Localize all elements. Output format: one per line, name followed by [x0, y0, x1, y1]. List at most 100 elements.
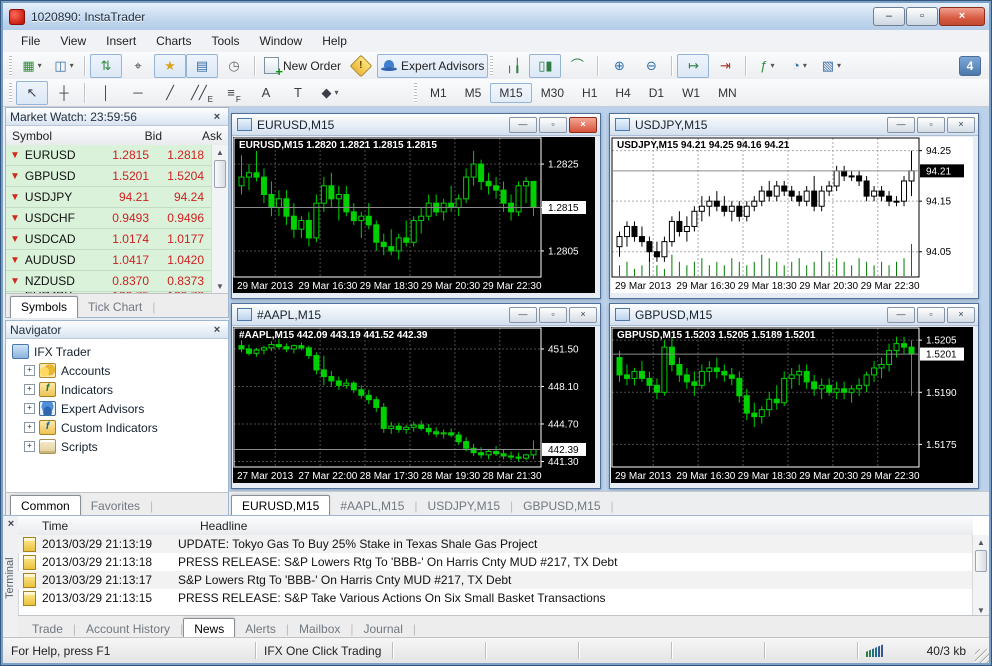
minimize-button[interactable]: —: [509, 116, 537, 133]
menu-item-insert[interactable]: Insert: [96, 32, 146, 50]
price-chart[interactable]: 94.25 94.15 94.05 94.21 29 Mar 2013 29 Mar 16…: [611, 137, 973, 293]
terminal-tab-trade[interactable]: Trade: [22, 619, 73, 639]
chart-tab--aapl-m15[interactable]: #AAPL,M15: [330, 496, 414, 516]
close-button[interactable]: ×: [939, 7, 985, 26]
candlestick-button[interactable]: ▯▮: [529, 53, 562, 78]
tree-item-expert-advisors[interactable]: + Expert Advisors: [24, 399, 228, 418]
expand-icon[interactable]: +: [24, 422, 35, 433]
chart-window-titlebar[interactable]: USDJPY,M15 — ▫ ×: [610, 114, 978, 136]
restore-button[interactable]: ▫: [539, 116, 567, 133]
terminal-tab-alerts[interactable]: Alerts: [235, 619, 286, 639]
chevron-down-icon[interactable]: ▾: [771, 61, 775, 70]
timeframe-d1[interactable]: D1: [640, 83, 673, 103]
channel-tool[interactable]: ╱╱ E: [186, 81, 218, 105]
news-row[interactable]: 2013/03/29 21:13:17 S&P Lowers Rtg To 'BB…: [18, 571, 973, 589]
maximize-button[interactable]: ▫: [906, 7, 938, 26]
tab-favorites[interactable]: Favorites: [81, 496, 150, 516]
market-watch-scrollbar[interactable]: ▲ ▼: [211, 145, 228, 293]
expand-icon[interactable]: +: [24, 365, 35, 376]
column-symbol[interactable]: Symbol: [6, 129, 108, 143]
chevron-down-icon[interactable]: ▾: [70, 61, 74, 70]
metaeditor-warning-icon[interactable]: !: [345, 54, 377, 78]
close-icon[interactable]: ×: [4, 518, 18, 530]
chart-tab-usdjpy-m15[interactable]: USDJPY,M15: [418, 496, 510, 516]
close-button[interactable]: ×: [947, 306, 975, 323]
notification-badge[interactable]: 4: [959, 55, 981, 76]
terminal-toggle[interactable]: ▤: [186, 53, 218, 78]
menu-item-window[interactable]: Window: [250, 32, 313, 50]
restore-button[interactable]: ▫: [917, 116, 945, 133]
timeframe-m5[interactable]: M5: [456, 83, 491, 103]
text-label-tool[interactable]: T: [282, 81, 314, 105]
market-watch-row[interactable]: ▼ NZDUSD 0.8370 0.8373: [6, 271, 212, 292]
horizontal-line-tool[interactable]: ─: [122, 81, 154, 105]
market-watch-row[interactable]: ▼ AUDUSD 1.0417 1.0420: [6, 250, 212, 271]
minimize-button[interactable]: —: [509, 306, 537, 323]
arrows-tool[interactable]: ◆ ▾: [314, 81, 346, 105]
terminal-tab-account-history[interactable]: Account History: [76, 619, 180, 639]
timeframe-h1[interactable]: H1: [573, 83, 606, 103]
bar-chart-button[interactable]: ╷╽: [497, 54, 529, 78]
tab-common[interactable]: Common: [10, 495, 81, 517]
expand-icon[interactable]: +: [24, 384, 35, 395]
timeframe-m30[interactable]: M30: [532, 83, 573, 103]
menu-item-tools[interactable]: Tools: [202, 32, 250, 50]
zoom-in-button[interactable]: ⊕: [603, 54, 635, 78]
data-window-toggle[interactable]: ⌖: [122, 54, 154, 78]
trendline-tool[interactable]: ╱: [154, 81, 186, 105]
new-chart-button[interactable]: ▦ ▾: [16, 54, 48, 78]
column-ask[interactable]: Ask: [168, 129, 228, 143]
indicators-button[interactable]: ƒ ▾: [751, 54, 783, 78]
tab-tick-chart[interactable]: Tick Chart: [78, 297, 152, 317]
expand-icon[interactable]: +: [24, 441, 35, 452]
crosshair-tool[interactable]: ┼: [48, 81, 80, 105]
price-chart[interactable]: 1.28251.28151.28051.281529 Mar 201329 Ma…: [233, 137, 595, 293]
close-icon[interactable]: ×: [210, 111, 224, 123]
minimize-button[interactable]: —: [887, 306, 915, 323]
menu-item-file[interactable]: File: [11, 32, 50, 50]
timeframe-m1[interactable]: M1: [421, 83, 456, 103]
chevron-down-icon[interactable]: ▾: [334, 88, 338, 97]
strategy-tester-toggle[interactable]: ◷: [218, 54, 250, 78]
tree-item-custom-indicators[interactable]: + f Custom Indicators: [24, 418, 228, 437]
news-row[interactable]: 2013/03/29 21:13:18 PRESS RELEASE: S&P Lo…: [18, 553, 973, 571]
timeframe-mn[interactable]: MN: [709, 83, 746, 103]
vertical-line-tool[interactable]: │: [90, 81, 122, 105]
price-chart[interactable]: 1.5205 1.5190 1.5175 1.5201 29 Mar 2013 29 Ma…: [611, 327, 973, 483]
chart-window-titlebar[interactable]: #AAPL,M15 — ▫ ×: [232, 304, 600, 326]
new-order-button[interactable]: New Order: [260, 54, 345, 78]
price-chart[interactable]: 451.50 448.10 444.70 441.30442.39 27 Mar 201…: [233, 327, 595, 483]
timeframe-h4[interactable]: H4: [606, 83, 639, 103]
menu-item-charts[interactable]: Charts: [146, 32, 201, 50]
terminal-scrollbar[interactable]: ▲ ▼: [972, 535, 989, 617]
chart-window-titlebar[interactable]: GBPUSD,M15 — ▫ ×: [610, 304, 978, 326]
tree-item-scripts[interactable]: + Scripts: [24, 437, 228, 456]
auto-scroll-toggle[interactable]: ↦: [677, 53, 710, 78]
chart-shift-toggle[interactable]: ⇥: [709, 54, 741, 78]
chevron-down-icon[interactable]: ▾: [38, 61, 42, 70]
navigator-toggle[interactable]: ★: [154, 53, 186, 78]
market-watch-row[interactable]: ▼ USDJPY 94.21 94.24: [6, 187, 212, 208]
close-button[interactable]: ×: [569, 306, 597, 323]
minimize-button[interactable]: —: [887, 116, 915, 133]
timeframe-m15[interactable]: M15: [490, 82, 532, 103]
resize-grip[interactable]: [975, 649, 989, 663]
chart-window-titlebar[interactable]: EURUSD,M15 — ▫ ×: [232, 114, 600, 136]
text-tool[interactable]: A: [250, 81, 282, 105]
timeframe-w1[interactable]: W1: [673, 83, 709, 103]
market-watch-toggle[interactable]: ⇅: [90, 53, 122, 78]
chart-tab-eurusd-m15[interactable]: EURUSD,M15: [231, 495, 331, 517]
minimize-button[interactable]: –: [873, 7, 905, 26]
news-row[interactable]: 2013/03/29 21:13:15 PRESS RELEASE: S&P Ta…: [18, 589, 973, 607]
tree-root-ifx-trader[interactable]: IFX Trader: [12, 342, 228, 361]
terminal-tab-mailbox[interactable]: Mailbox: [289, 619, 350, 639]
market-watch-row[interactable]: ▼ USDCHF 0.9493 0.9496: [6, 208, 212, 229]
tab-symbols[interactable]: Symbols: [10, 296, 79, 318]
templates-button[interactable]: ▧ ▾: [815, 54, 847, 78]
terminal-tab-journal[interactable]: Journal: [354, 619, 413, 639]
chevron-down-icon[interactable]: ▾: [803, 61, 807, 70]
cursor-tool[interactable]: ↖: [16, 80, 48, 105]
column-bid[interactable]: Bid: [108, 129, 168, 143]
chart-tab-gbpusd-m15[interactable]: GBPUSD,M15: [513, 496, 610, 516]
column-headline[interactable]: Headline: [200, 519, 973, 533]
